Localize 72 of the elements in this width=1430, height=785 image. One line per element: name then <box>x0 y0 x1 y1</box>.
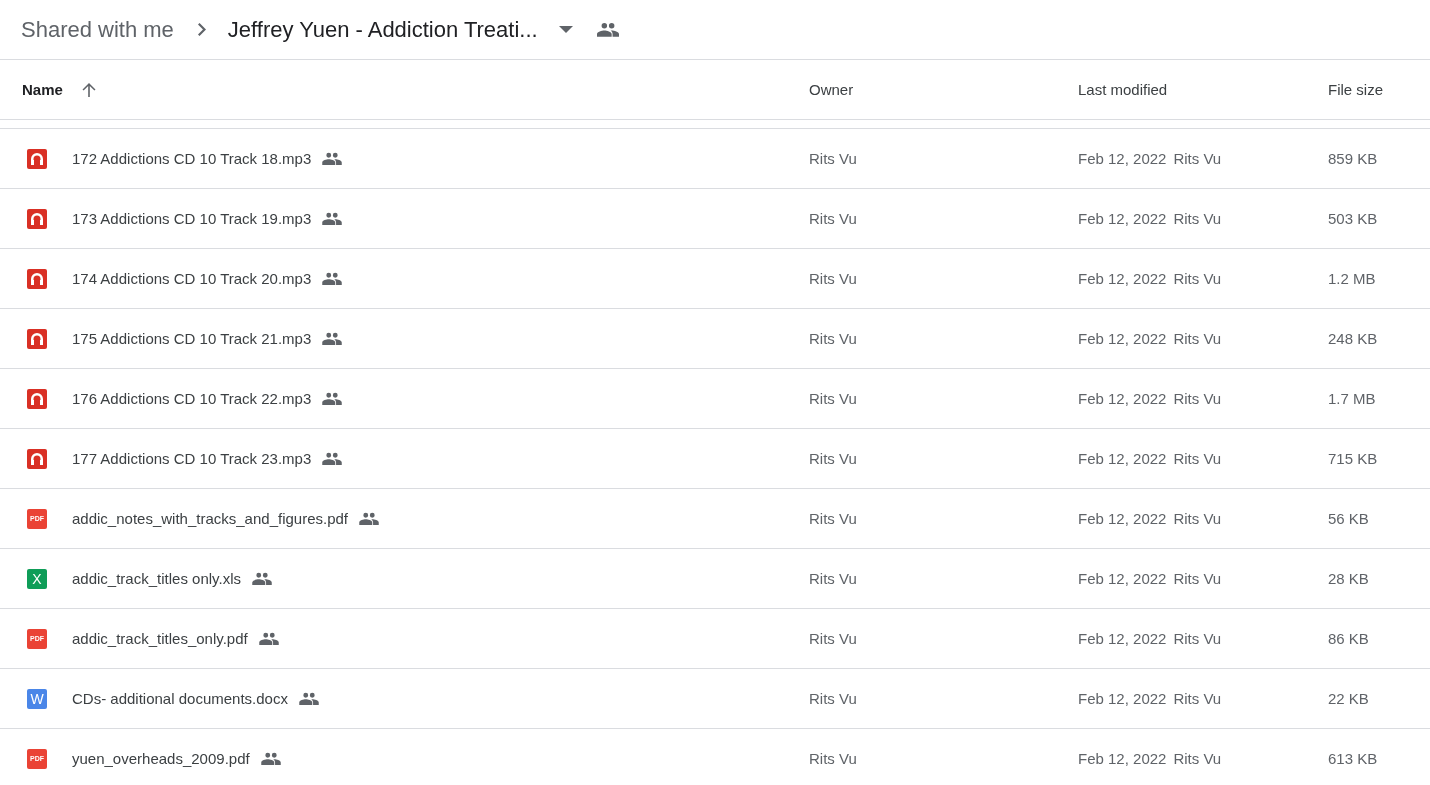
modified-by: Rits Vu <box>1173 510 1222 527</box>
modified-by: Rits Vu <box>1173 270 1222 287</box>
headphones-icon <box>27 208 47 229</box>
sort-arrow-up-icon[interactable] <box>80 81 97 98</box>
modified-date: Feb 12, 2022 <box>1078 510 1167 527</box>
owner-cell: Rits Vu <box>809 330 857 347</box>
modified-by: Rits Vu <box>1173 150 1222 167</box>
breadcrumb-link[interactable]: Shared with me <box>21 16 174 43</box>
modified-by: Rits Vu <box>1173 570 1222 587</box>
file-name[interactable]: CDs- additional documents.docx <box>72 690 288 707</box>
modified-date: Feb 12, 2022 <box>1078 750 1167 767</box>
modified-date: Feb 12, 2022 <box>1078 690 1167 707</box>
modified-date: Feb 12, 2022 <box>1078 390 1167 407</box>
modified-by: Rits Vu <box>1173 690 1222 707</box>
file-name[interactable]: 176 Addictions CD 10 Track 22.mp3 <box>72 390 312 407</box>
file-size: 22 KB <box>1328 690 1369 707</box>
modified-by: Rits Vu <box>1173 630 1222 647</box>
file-type-icon: W <box>27 688 47 709</box>
modified-date: Feb 12, 2022 <box>1078 210 1167 227</box>
file-size: 248 KB <box>1328 330 1378 347</box>
owner-cell: Rits Vu <box>809 450 857 467</box>
file-name[interactable]: yuen_overheads_2009.pdf <box>72 750 250 767</box>
file-type-icon: X <box>27 568 47 589</box>
file-size: 715 KB <box>1328 450 1378 467</box>
file-name[interactable]: addic_notes_with_tracks_and_figures.pdf <box>72 510 348 527</box>
column-header[interactable]: Last modified <box>1078 81 1168 98</box>
file-name[interactable]: addic_track_titles_only.pdf <box>72 630 248 647</box>
file-name[interactable]: 172 Addictions CD 10 Track 18.mp3 <box>72 150 312 167</box>
file-size: 1.7 MB <box>1328 390 1376 407</box>
modified-date: Feb 12, 2022 <box>1078 330 1167 347</box>
owner-cell: Rits Vu <box>809 570 857 587</box>
headphones-icon <box>27 448 47 469</box>
modified-date: Feb 12, 2022 <box>1078 150 1167 167</box>
headphones-icon <box>27 388 47 409</box>
modified-by: Rits Vu <box>1173 390 1222 407</box>
file-name[interactable]: addic_track_titles only.xls <box>72 570 241 587</box>
modified-date: Feb 12, 2022 <box>1078 270 1167 287</box>
file-size: 503 KB <box>1328 210 1378 227</box>
column-header[interactable]: File size <box>1328 81 1383 98</box>
folder-title[interactable]: Jeffrey Yuen - Addiction Treati... <box>227 16 538 43</box>
owner-cell: Rits Vu <box>809 750 857 767</box>
headphones-icon <box>27 268 47 289</box>
file-name[interactable]: 173 Addictions CD 10 Track 19.mp3 <box>72 210 312 227</box>
owner-cell: Rits Vu <box>809 150 857 167</box>
owner-cell: Rits Vu <box>809 510 857 527</box>
file-size: 613 KB <box>1328 750 1378 767</box>
file-name[interactable]: 174 Addictions CD 10 Track 20.mp3 <box>72 270 312 287</box>
headphones-icon <box>27 148 47 169</box>
file-size: 1.2 MB <box>1328 270 1376 287</box>
modified-date: Feb 12, 2022 <box>1078 630 1167 647</box>
file-size: 56 KB <box>1328 510 1369 527</box>
file-size: 28 KB <box>1328 570 1369 587</box>
file-name[interactable]: 177 Addictions CD 10 Track 23.mp3 <box>72 450 312 467</box>
modified-date: Feb 12, 2022 <box>1078 450 1167 467</box>
file-name[interactable]: 175 Addictions CD 10 Track 21.mp3 <box>72 330 312 347</box>
dropdown-icon[interactable] <box>558 26 573 33</box>
column-header[interactable]: Owner <box>809 81 854 98</box>
owner-cell: Rits Vu <box>809 270 857 287</box>
column-header[interactable]: Name <box>22 81 63 98</box>
owner-cell: Rits Vu <box>809 690 857 707</box>
owner-cell: Rits Vu <box>809 210 857 227</box>
owner-cell: Rits Vu <box>809 630 857 647</box>
modified-by: Rits Vu <box>1173 330 1222 347</box>
modified-by: Rits Vu <box>1173 750 1222 767</box>
modified-by: Rits Vu <box>1173 450 1222 467</box>
modified-date: Feb 12, 2022 <box>1078 570 1167 587</box>
file-size: 859 KB <box>1328 150 1378 167</box>
owner-cell: Rits Vu <box>809 390 857 407</box>
headphones-icon <box>27 328 47 349</box>
file-size: 86 KB <box>1328 630 1369 647</box>
modified-by: Rits Vu <box>1173 210 1222 227</box>
chevron-right-icon <box>197 23 206 36</box>
